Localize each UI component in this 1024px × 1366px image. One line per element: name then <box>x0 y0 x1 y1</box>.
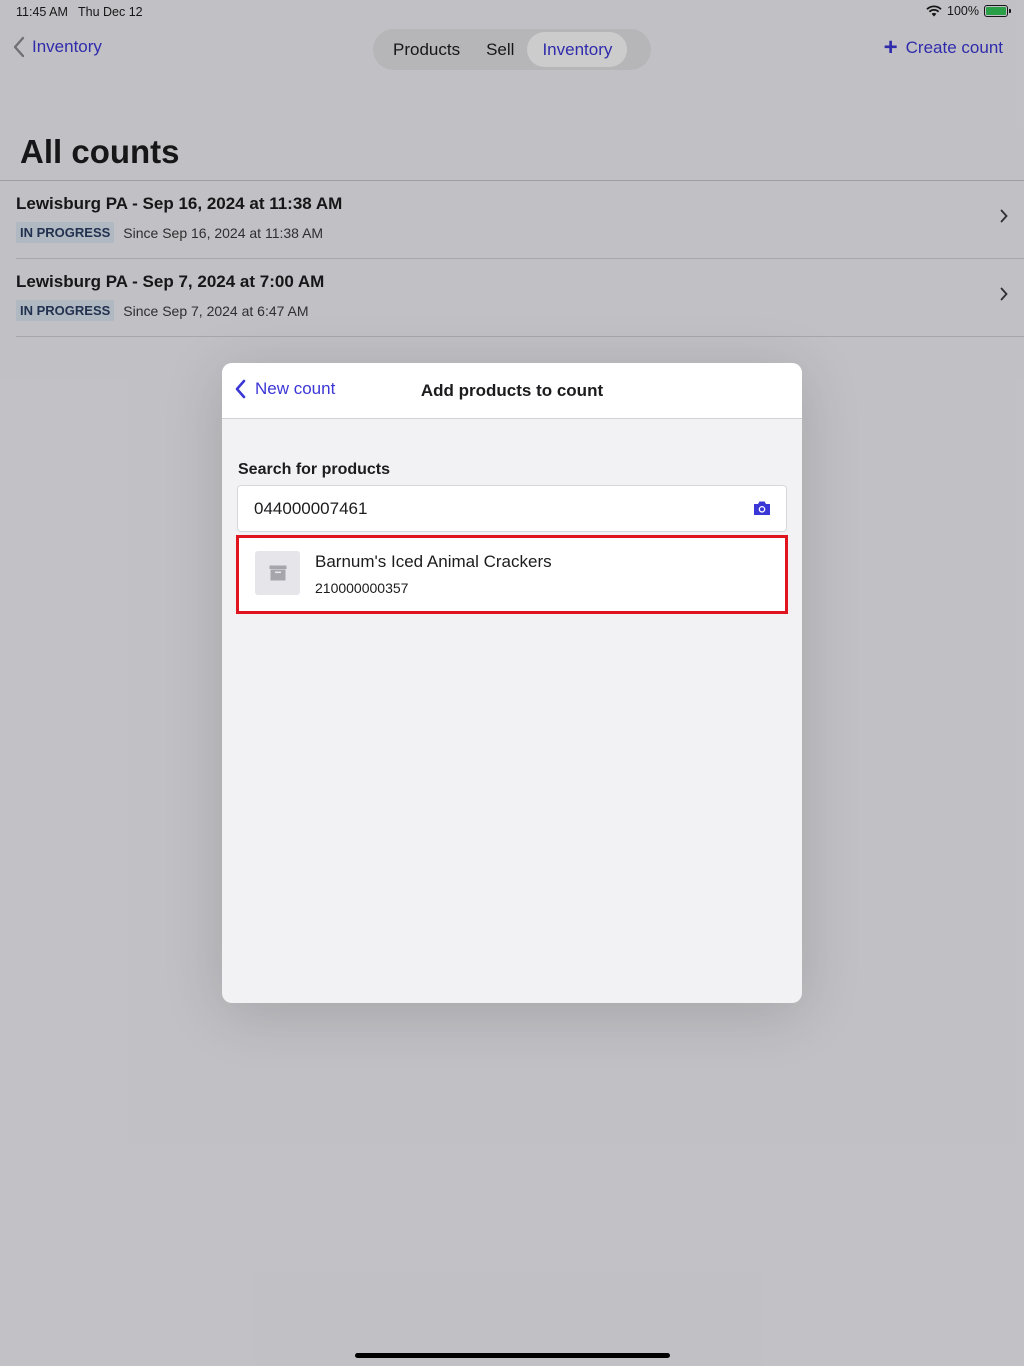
product-name: Barnum's Iced Animal Crackers <box>315 552 552 571</box>
modal-header: Add products to count New count <box>222 363 802 419</box>
search-input[interactable] <box>254 486 734 531</box>
home-indicator <box>355 1353 670 1358</box>
camera-icon[interactable] <box>753 500 771 516</box>
search-box <box>237 485 787 532</box>
add-products-modal: Add products to count New count Search f… <box>222 363 802 1003</box>
search-result-item[interactable]: Barnum's Iced Animal Crackers 2100000003… <box>236 535 788 614</box>
archive-box-icon <box>269 565 286 581</box>
new-count-label: New count <box>255 379 336 398</box>
search-label: Search for products <box>238 461 391 478</box>
product-code: 210000000357 <box>315 580 409 596</box>
product-thumbnail <box>255 551 300 595</box>
chevron-left-icon <box>235 379 246 399</box>
new-count-back-button[interactable]: New count <box>234 379 335 399</box>
